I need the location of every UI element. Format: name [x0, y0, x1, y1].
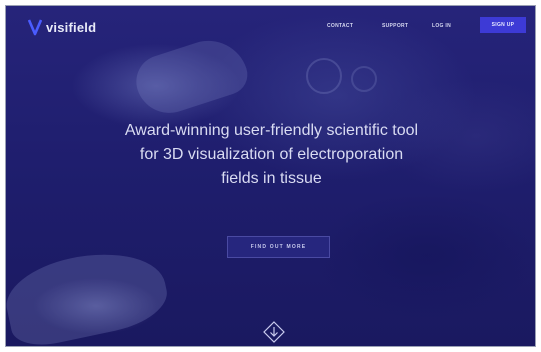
background-photo-shape [6, 240, 173, 346]
signup-button[interactable]: SIGN UP [480, 17, 526, 33]
hero-line-1: Award-winning user-friendly scientific t… [124, 122, 419, 139]
arrow-down-diamond-icon[interactable] [263, 321, 285, 343]
nav-login-link[interactable]: LOG IN [432, 23, 451, 29]
brand-name: visifield [46, 19, 97, 35]
nav-support-link[interactable]: SUPPORT [382, 23, 408, 29]
background-photo-shape [306, 58, 342, 94]
brand-logo[interactable]: visifield [28, 18, 96, 36]
background-photo-shape [351, 66, 377, 92]
nav-contact-link[interactable]: CONTACT [327, 23, 353, 29]
hero-line-3: fields in tissue [221, 170, 322, 187]
find-out-more-button[interactable]: FIND OUT MORE [227, 236, 330, 258]
hero-line-2: for 3D visualization of electroporation [139, 146, 404, 163]
v-logo-icon [28, 18, 42, 36]
hero-headline: Award-winning user-friendly scientific t… [46, 119, 497, 191]
top-navigation: visifield CONTACT SUPPORT LOG IN SIGN UP [6, 6, 535, 51]
hero-section: visifield CONTACT SUPPORT LOG IN SIGN UP… [5, 5, 536, 347]
